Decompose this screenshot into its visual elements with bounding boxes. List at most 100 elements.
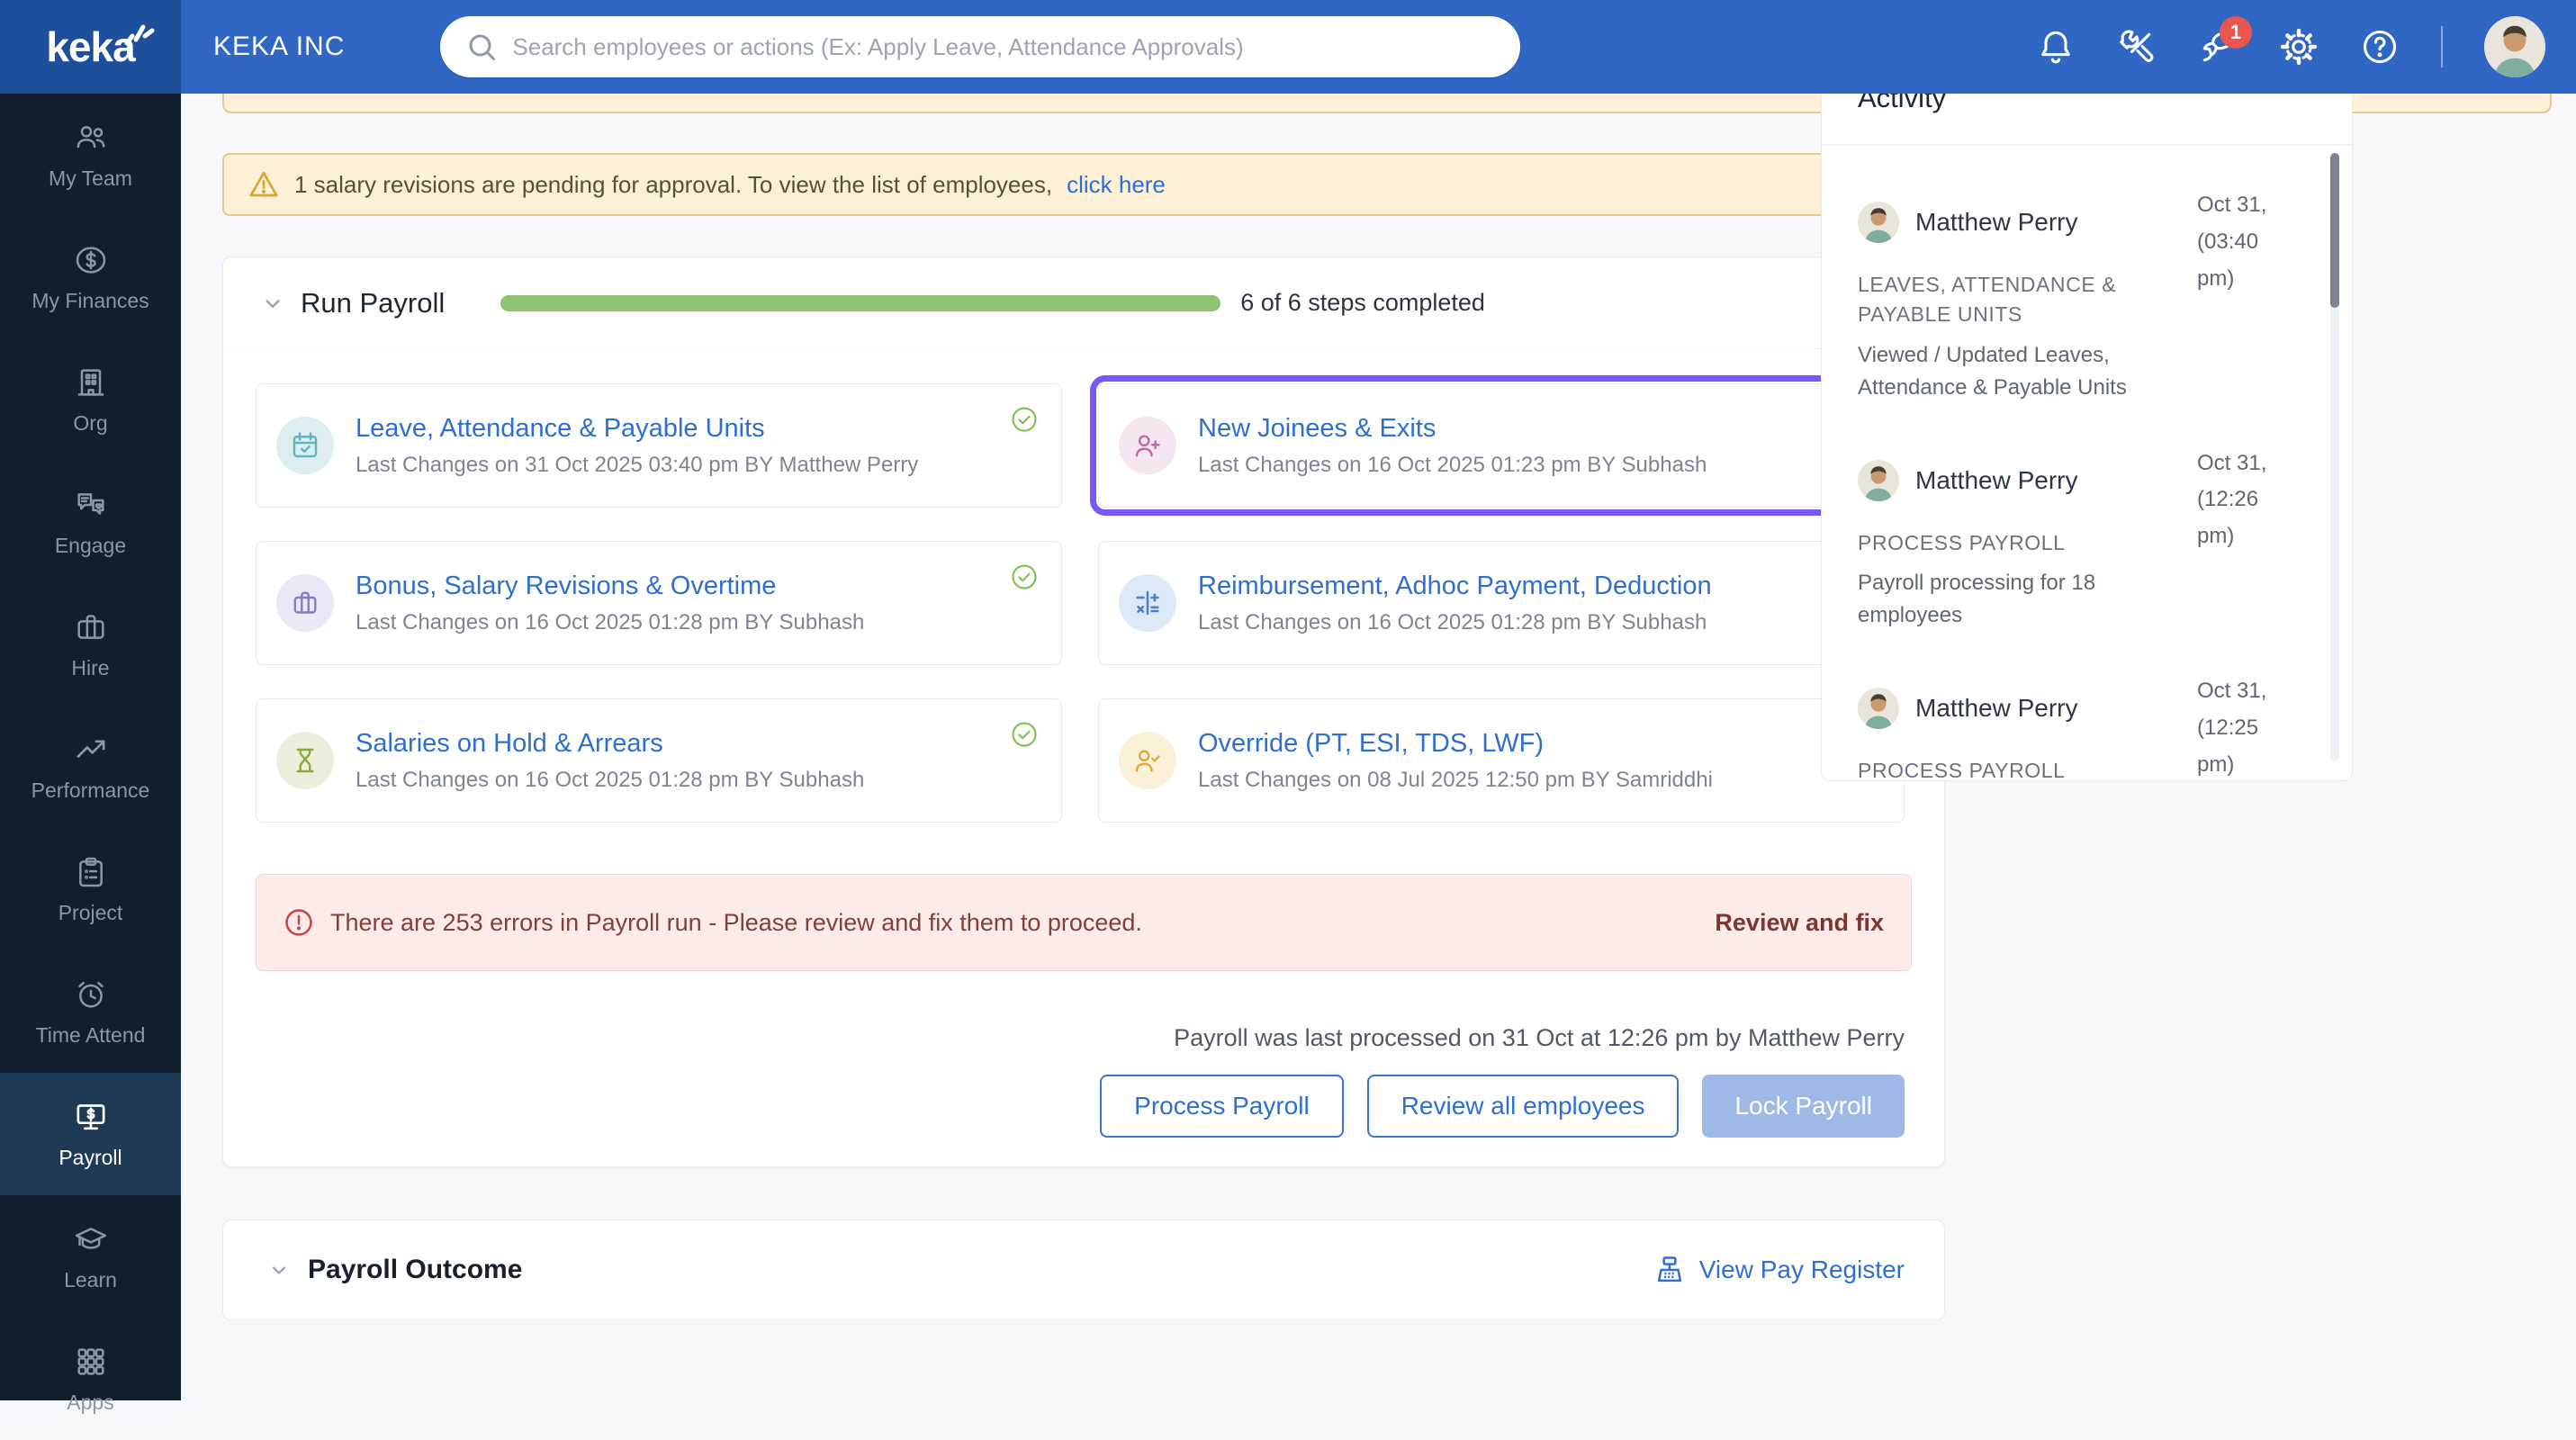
search-input[interactable] xyxy=(512,32,1496,61)
announcements-rocket-icon[interactable]: 1 xyxy=(2198,16,2252,67)
view-pay-register-label: View Pay Register xyxy=(1698,1256,1905,1283)
tools-icon[interactable] xyxy=(2117,27,2157,67)
sidebar-item-payroll[interactable]: Payroll xyxy=(0,1073,181,1195)
step-meta: Last Changes on 16 Oct 2025 01:28 pm BY … xyxy=(1198,609,1707,634)
sidebar-item-engage[interactable]: Engage xyxy=(0,461,181,583)
step-title-link[interactable]: Reimbursement, Adhoc Payment, Deduction xyxy=(1198,572,1832,601)
activity-user-name: Matthew Perry xyxy=(1915,465,2078,494)
activity-user-name: Matthew Perry xyxy=(1915,208,2078,236)
sidebar-item-apps[interactable]: Apps xyxy=(0,1318,181,1440)
sidebar-item-label: Time Attend xyxy=(35,1022,146,1047)
notification-badge: 1 xyxy=(2220,16,2252,49)
last-processed-text: Payroll was last processed on 31 Oct at … xyxy=(1174,1024,1905,1051)
payroll-outcome-section: Payroll Outcome View Pay Register xyxy=(222,1220,1945,1320)
header-divider xyxy=(2441,26,2443,68)
step-complete-check-icon xyxy=(1011,406,1038,433)
avatar xyxy=(1858,688,1899,730)
sidebar-item-time-attend[interactable]: Time Attend xyxy=(0,950,181,1073)
activity-description: Viewed / Updated Leaves, Attendance & Pa… xyxy=(1858,342,2127,400)
activity-entry: Matthew Perry LEAVES, ATTENDANCE & PAYAB… xyxy=(1858,187,2298,404)
sidebar-item-hire[interactable]: Hire xyxy=(0,583,181,706)
sidebar-item-label: My Finances xyxy=(32,288,149,312)
step-title-link[interactable]: Salaries on Hold & Arrears xyxy=(356,729,989,759)
step-meta: Last Changes on 16 Oct 2025 01:23 pm BY … xyxy=(1198,452,1707,477)
logo-spark-icon xyxy=(120,16,156,47)
sidebar-item-label: Learn xyxy=(64,1267,117,1292)
error-text: There are 253 errors in Payroll run - Pl… xyxy=(330,908,1142,936)
review-and-fix-link[interactable]: Review and fix xyxy=(1715,909,1884,937)
sidebar-item-label: Payroll xyxy=(59,1145,122,1169)
activity-timestamp: Oct 31, (12:25 pm) xyxy=(2197,679,2267,777)
run-payroll-title: Run Payroll xyxy=(301,286,446,319)
activity-timestamp: Oct 31, (03:40 pm) xyxy=(2197,193,2267,291)
activity-timestamp: Oct 31, (12:26 pm) xyxy=(2197,450,2267,549)
step-title-link[interactable]: Bonus, Salary Revisions & Overtime xyxy=(356,572,989,601)
search-icon xyxy=(465,31,498,63)
sidebar-item-label: Org xyxy=(73,410,108,435)
org-icon xyxy=(73,364,109,400)
step-card-override[interactable]: Override (PT, ESI, TDS, LWF) Last Change… xyxy=(1098,698,1905,823)
step-card-bonus-salary[interactable]: Bonus, Salary Revisions & Overtime Last … xyxy=(256,541,1062,665)
activity-user-name: Matthew Perry xyxy=(1915,694,2078,723)
step-complete-check-icon xyxy=(1011,563,1038,590)
sidebar-item-learn[interactable]: Learn xyxy=(0,1195,181,1318)
steps-progress-label: 6 of 6 steps completed xyxy=(1240,289,1485,316)
activity-description: Payroll processing for 18 employees xyxy=(1858,571,2096,628)
finances-icon xyxy=(73,242,109,278)
payroll-errors-banner: There are 253 errors in Payroll run - Pl… xyxy=(256,874,1912,971)
lock-payroll-button[interactable]: Lock Payroll xyxy=(1702,1075,1905,1138)
step-card-reimbursement[interactable]: Reimbursement, Adhoc Payment, Deduction … xyxy=(1098,541,1905,665)
sidebar-item-label: Apps xyxy=(67,1390,114,1414)
user-plus-icon xyxy=(1119,417,1176,474)
step-card-salaries-on-hold[interactable]: Salaries on Hold & Arrears Last Changes … xyxy=(256,698,1062,823)
bell-icon[interactable] xyxy=(2036,27,2076,67)
activity-entry: Matthew Perry PROCESS PAYROLL Oct 31, (1… xyxy=(1858,673,2298,778)
run-payroll-section: Run Payroll 6 of 6 steps completed Leave… xyxy=(222,256,1945,1167)
apps-icon xyxy=(73,1344,109,1380)
user-avatar[interactable] xyxy=(2484,16,2545,77)
step-title-link[interactable]: Override (PT, ESI, TDS, LWF) xyxy=(1198,729,1832,759)
sidebar-item-my-finances[interactable]: My Finances xyxy=(0,216,181,338)
error-icon xyxy=(284,907,314,938)
step-card-new-joinees[interactable]: New Joinees & Exits Last Changes on 16 O… xyxy=(1090,375,1913,516)
keka-logo[interactable]: keka xyxy=(0,0,181,94)
review-all-employees-button[interactable]: Review all employees xyxy=(1366,1075,1680,1138)
activity-category: LEAVES, ATTENDANCE & PAYABLE UNITS xyxy=(1858,273,2117,327)
sidebar-item-my-team[interactable]: My Team xyxy=(0,94,181,216)
salary-revision-warning-banner: 1 salary revisions are pending for appro… xyxy=(222,153,1945,216)
step-title-link[interactable]: New Joinees & Exits xyxy=(1198,414,1832,444)
learn-icon xyxy=(73,1221,109,1257)
process-payroll-button[interactable]: Process Payroll xyxy=(1100,1075,1344,1138)
step-meta: Last Changes on 08 Jul 2025 12:50 pm BY … xyxy=(1198,767,1713,792)
avatar xyxy=(1858,459,1899,501)
step-card-leave-attendance[interactable]: Leave, Attendance & Payable Units Last C… xyxy=(256,383,1062,508)
activity-category: PROCESS PAYROLL xyxy=(1858,759,2066,778)
briefcase-icon xyxy=(276,574,334,632)
view-pay-register-link[interactable]: View Pay Register xyxy=(1653,1253,1905,1287)
collapse-chevron-icon[interactable] xyxy=(266,1257,292,1282)
top-bar: keka KEKA INC Search employees or action… xyxy=(0,0,2576,94)
help-icon[interactable] xyxy=(2360,27,2400,67)
user-check-icon xyxy=(1119,732,1176,789)
sidebar-item-performance[interactable]: Performance xyxy=(0,706,181,828)
calculator-icon xyxy=(1119,574,1176,632)
steps-progress-fill xyxy=(500,294,1221,311)
step-title-link[interactable]: Leave, Attendance & Payable Units xyxy=(356,414,989,444)
settings-gear-icon[interactable] xyxy=(2279,27,2319,67)
warning-click-here-link[interactable]: click here xyxy=(1067,171,1166,199)
pay-register-icon xyxy=(1653,1253,1687,1287)
activity-list: Matthew Perry LEAVES, ATTENDANCE & PAYAB… xyxy=(1822,146,2352,778)
hourglass-icon xyxy=(276,732,334,789)
global-search[interactable] xyxy=(440,16,1521,77)
team-icon xyxy=(73,120,109,156)
step-meta: Last Changes on 16 Oct 2025 01:28 pm BY … xyxy=(356,609,865,634)
sidebar-item-org[interactable]: Org xyxy=(0,338,181,461)
sidebar-item-label: Engage xyxy=(54,533,127,557)
activity-scrollbar-thumb[interactable] xyxy=(2330,153,2339,308)
sidebar-item-label: Performance xyxy=(31,778,150,802)
calendar-check-icon xyxy=(276,417,334,474)
sidebar-item-project[interactable]: Project xyxy=(0,828,181,950)
activity-entry: Matthew Perry PROCESS PAYROLL Payroll pr… xyxy=(1858,446,2298,632)
collapse-chevron-icon[interactable] xyxy=(259,290,286,317)
company-name: KEKA INC xyxy=(213,32,346,61)
